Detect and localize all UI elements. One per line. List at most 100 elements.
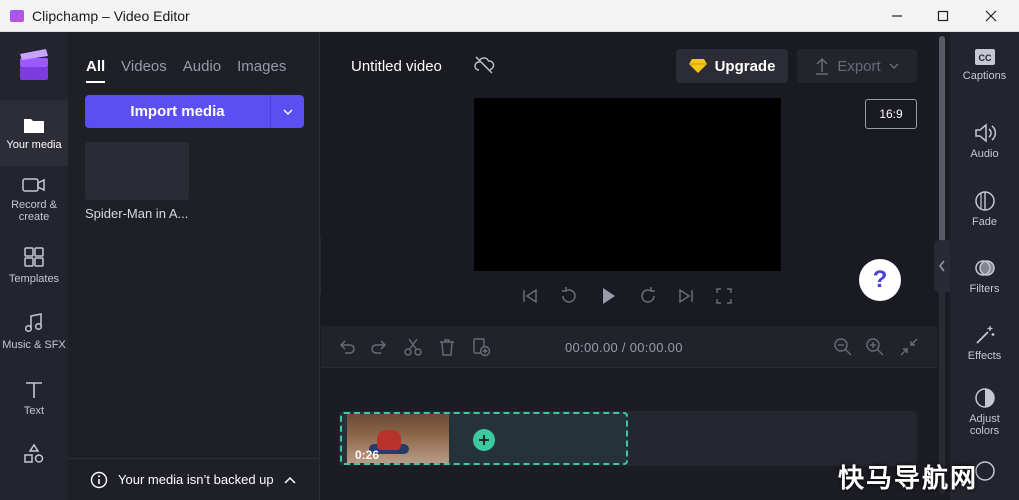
import-media-label: Import media <box>130 103 225 120</box>
undo-icon[interactable] <box>337 337 357 357</box>
nav-label: Music & SFX <box>2 338 66 351</box>
aspect-ratio-button[interactable]: 16:9 <box>865 99 917 129</box>
svg-text:CC: CC <box>978 53 991 63</box>
nav-templates[interactable]: Templates <box>0 232 68 298</box>
add-to-timeline-icon[interactable] <box>471 337 491 357</box>
folder-icon <box>24 118 44 133</box>
rightbar-filters[interactable]: Filters <box>950 257 1019 295</box>
skip-to-start-icon[interactable] <box>521 287 539 305</box>
rightbar-effects[interactable]: Effects <box>950 324 1019 362</box>
rightbar-label: Fade <box>971 216 998 228</box>
info-icon <box>90 471 108 488</box>
media-thumbnail[interactable] <box>85 142 189 200</box>
rightbar-label: Captions <box>962 70 1007 82</box>
backup-status-bar[interactable]: Your media isn’t backed up <box>68 458 320 500</box>
minimize-icon <box>892 15 902 17</box>
nav-label: Text <box>23 404 45 417</box>
tab-audio[interactable]: Audio <box>183 58 221 83</box>
minimize-button[interactable] <box>874 0 920 32</box>
export-label: Export <box>837 57 881 75</box>
templates-icon <box>24 246 44 267</box>
upgrade-label: Upgrade <box>714 57 776 75</box>
nav-label: Record & create <box>11 198 57 223</box>
import-media-button[interactable]: Import media <box>85 95 304 128</box>
maximize-button[interactable] <box>920 0 966 32</box>
tab-videos[interactable]: Videos <box>121 58 167 83</box>
trash-icon[interactable] <box>437 337 457 357</box>
media-panel: All Videos Audio Images Import media Spi… <box>68 32 320 500</box>
playback-controls <box>521 284 733 308</box>
rightbar-audio[interactable]: Audio <box>950 122 1019 160</box>
rightbar-adjust-colors[interactable]: Adjust colors <box>950 387 1019 437</box>
add-clip-button[interactable] <box>473 429 495 451</box>
nav-label: Templates <box>8 272 60 285</box>
redo-icon[interactable] <box>369 337 389 357</box>
video-title[interactable]: Untitled video <box>351 58 442 75</box>
tab-all[interactable]: All <box>86 58 106 83</box>
maximize-icon <box>937 10 949 22</box>
speaker-icon <box>974 123 996 143</box>
left-nav: Your media Record & create Templates Mus… <box>0 32 68 500</box>
media-item-name: Spider-Man in A... <box>85 206 189 221</box>
preview-area: Untitled video Upgrade Export 16:9 ? <box>321 32 937 326</box>
fullscreen-icon[interactable] <box>715 287 733 305</box>
diamond-icon <box>688 59 707 73</box>
skip-to-end-icon[interactable] <box>677 287 695 305</box>
tab-images[interactable]: Images <box>237 58 286 83</box>
backup-status-text: Your media isn’t backed up <box>118 472 274 487</box>
timeline-clip-thumbnail[interactable]: 0:26 <box>347 414 449 463</box>
effects-icon <box>975 326 994 344</box>
timeline-toolbar: 00:00.00 / 00:00.00 <box>321 326 937 368</box>
filters-icon <box>974 260 995 276</box>
rightbar-label: Effects <box>967 350 1002 362</box>
rightbar-label: Filters <box>969 283 1000 295</box>
rightbar-captions[interactable]: CC Captions <box>950 48 1019 82</box>
close-icon <box>985 10 997 22</box>
help-button[interactable]: ? <box>859 259 901 301</box>
nav-label: Your media <box>6 138 62 151</box>
video-canvas[interactable] <box>474 98 781 271</box>
rightbar-label: Adjust colors <box>969 413 1000 437</box>
nav-record-create[interactable]: Record & create <box>0 166 68 232</box>
import-options-dropdown[interactable] <box>270 95 304 128</box>
clipchamp-app-icon <box>10 9 24 22</box>
timecode: 00:00.00 / 00:00.00 <box>565 340 683 355</box>
collapse-properties-panel-button[interactable] <box>934 240 950 292</box>
clip-duration: 0:26 <box>355 448 380 462</box>
zoom-out-icon[interactable] <box>833 337 853 357</box>
clipchamp-logo-icon <box>20 49 48 80</box>
timeline-clip-drop-zone[interactable]: 0:26 <box>340 412 628 465</box>
plus-icon <box>479 435 489 445</box>
nav-text[interactable]: Text <box>0 365 68 431</box>
window-title: Clipchamp – Video Editor <box>32 7 190 24</box>
zoom-in-icon[interactable] <box>865 337 885 357</box>
text-icon <box>26 381 42 398</box>
cloud-off-icon[interactable] <box>473 54 495 76</box>
close-button[interactable] <box>968 0 1014 32</box>
nav-your-media[interactable]: Your media <box>0 100 68 166</box>
chevron-down-icon <box>889 63 899 69</box>
export-button[interactable]: Export <box>797 49 917 83</box>
right-properties-bar: CC Captions Audio Fade Filters Effects A… <box>950 32 1019 500</box>
forward-5s-icon[interactable] <box>638 286 658 306</box>
title-bar: Clipchamp – Video Editor <box>0 0 1019 32</box>
rightbar-label: Audio <box>970 148 999 160</box>
chevron-down-icon <box>283 109 292 115</box>
adjust-colors-icon <box>974 388 995 408</box>
fade-icon <box>974 191 995 211</box>
fit-timeline-icon[interactable] <box>899 337 919 357</box>
nav-music-sfx[interactable]: Music & SFX <box>0 298 68 364</box>
rightbar-fade[interactable]: Fade <box>950 190 1019 228</box>
cc-icon: CC <box>974 49 995 65</box>
scissors-icon[interactable] <box>403 337 423 357</box>
nav-graphics[interactable] <box>0 436 68 476</box>
music-note-icon <box>24 312 43 332</box>
media-tabs: All Videos Audio Images <box>86 58 286 83</box>
shapes-icon <box>24 443 44 463</box>
play-icon[interactable] <box>598 286 618 306</box>
upgrade-button[interactable]: Upgrade <box>676 49 788 83</box>
camera-icon <box>22 177 45 192</box>
upload-icon <box>816 57 829 75</box>
chevron-up-icon <box>284 476 296 484</box>
rewind-5s-icon[interactable] <box>559 286 579 306</box>
